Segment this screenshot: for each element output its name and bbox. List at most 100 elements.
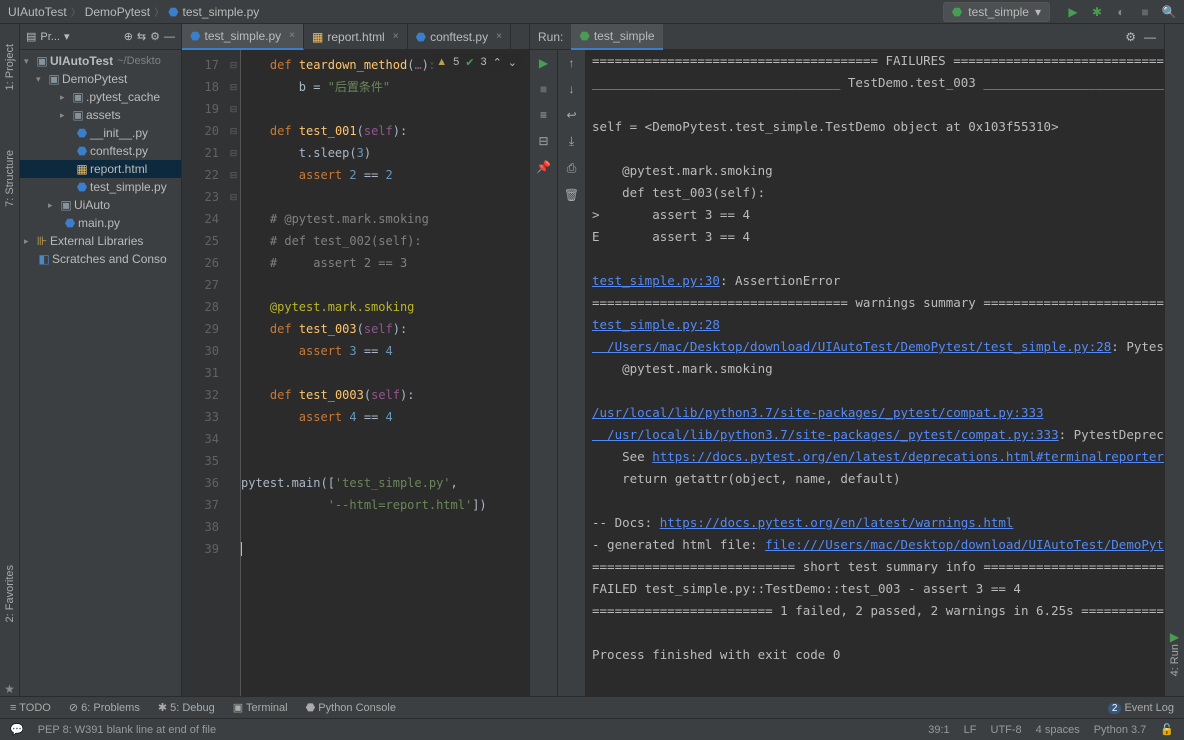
- chevron-down-icon[interactable]: ⌄: [508, 56, 517, 69]
- fold-gutter[interactable]: ⊟⊟⊟⊟⊟⊟⊟: [227, 50, 241, 696]
- close-icon[interactable]: ×: [496, 31, 502, 42]
- link[interactable]: /Users/mac/Desktop/download/UIAutoTest/D…: [592, 339, 1111, 354]
- event-count: 2: [1108, 703, 1122, 714]
- todo-button[interactable]: ≡ TODO: [10, 702, 51, 714]
- tree-node-scratch[interactable]: ◧Scratches and Conso: [20, 250, 181, 268]
- terminal-button[interactable]: ▣ Terminal: [233, 701, 288, 714]
- run-tool-window: Run: ⬣test_simple ⚙ — ▶ ■ ≡ ⊟ 📌 ↑: [530, 24, 1164, 696]
- pin-icon[interactable]: 📌: [536, 160, 551, 174]
- warning-count: 5: [453, 56, 459, 69]
- indent[interactable]: 4 spaces: [1036, 724, 1080, 736]
- label: DemoPytest: [62, 72, 127, 86]
- down-icon[interactable]: ↓: [569, 82, 575, 96]
- cursor-position[interactable]: 39:1: [928, 724, 949, 736]
- status-hint: PEP 8: W391 blank line at end of file: [38, 724, 216, 736]
- tree-file[interactable]: ⬣test_simple.py: [20, 178, 181, 196]
- hide-icon[interactable]: —: [1144, 30, 1156, 44]
- scroll-icon[interactable]: ⤓: [569, 134, 574, 149]
- debug-button[interactable]: ✱: [1090, 5, 1104, 19]
- tab-report[interactable]: ▦report.html×: [304, 24, 408, 50]
- console-output[interactable]: ====================================== F…: [586, 50, 1164, 696]
- run-label: Run:: [538, 30, 563, 44]
- link[interactable]: https://docs.pytest.org/en/latest/deprec…: [652, 449, 1164, 464]
- editor-tabs: ⬣test_simple.py× ▦report.html× ⬣conftest…: [182, 24, 529, 50]
- tree-node-root[interactable]: ▾▣UIAutoTest~/Deskto: [20, 52, 181, 70]
- tool-window-structure[interactable]: 7: Structure: [4, 150, 16, 207]
- up-icon[interactable]: ↑: [569, 56, 575, 70]
- run-actions: ▶ ■ ≡ ⊟ 📌: [530, 50, 558, 696]
- tool-window-project[interactable]: 1: Project: [4, 44, 16, 90]
- link[interactable]: https://docs.pytest.org/en/latest/warnin…: [660, 515, 1014, 530]
- wrap-icon[interactable]: ↩: [566, 108, 576, 122]
- run-configuration-selector[interactable]: ⬣ test_simple ▾: [943, 2, 1050, 22]
- link[interactable]: test_simple.py:28: [592, 317, 720, 332]
- trash-icon[interactable]: 🗑: [564, 188, 579, 202]
- breadcrumb-item[interactable]: DemoPytest: [85, 5, 150, 19]
- tree-node[interactable]: ▸▣UiAuto: [20, 196, 181, 214]
- breadcrumb[interactable]: UIAutoTest 〉 DemoPytest 〉 ⬣ test_simple.…: [0, 4, 267, 19]
- inspection-widget[interactable]: ▲5 ✔3 ⌃⌄: [432, 54, 521, 71]
- tree-node-libs[interactable]: ▸⊪External Libraries: [20, 232, 181, 250]
- tree-file-selected[interactable]: ▦report.html: [20, 160, 181, 178]
- python-run-icon: ⬣: [579, 29, 589, 43]
- link[interactable]: file:///Users/mac/Desktop/download/UIAut…: [765, 537, 1164, 552]
- line-separator[interactable]: LF: [964, 724, 977, 736]
- project-tree[interactable]: ▾▣UIAutoTest~/Deskto ▾▣DemoPytest ▸▣.pyt…: [20, 50, 181, 696]
- event-log-button[interactable]: 2 Event Log: [1108, 702, 1174, 714]
- tool-window-favorites[interactable]: 2: Favorites: [4, 565, 16, 622]
- tree-file[interactable]: ⬣main.py: [20, 214, 181, 232]
- lock-icon[interactable]: 🔓: [1160, 723, 1174, 736]
- tool-window-run[interactable]: 4: Run: [1169, 644, 1181, 676]
- status-bar: 💬 PEP 8: W391 blank line at end of file …: [0, 718, 1184, 740]
- line-numbers: 1718192021222324252627282930313233343536…: [182, 50, 227, 696]
- breadcrumb-item[interactable]: UIAutoTest: [8, 5, 67, 19]
- gear-icon[interactable]: ⚙: [1125, 30, 1136, 44]
- link[interactable]: /usr/local/lib/python3.7/site-packages/_…: [592, 427, 1059, 442]
- encoding[interactable]: UTF-8: [991, 724, 1022, 736]
- link[interactable]: test_simple.py:30: [592, 273, 720, 288]
- notification-icon[interactable]: 💬: [10, 723, 24, 736]
- chevron-up-icon[interactable]: ⌃: [493, 56, 502, 69]
- debug-button[interactable]: ✱ 5: Debug: [158, 701, 215, 714]
- code-editor[interactable]: 1718192021222324252627282930313233343536…: [182, 50, 529, 696]
- tree-file[interactable]: ⬣__init__.py: [20, 124, 181, 142]
- layout-icon[interactable]: ≡: [540, 108, 547, 122]
- code-area[interactable]: def teardown_method(…): b = "后置条件" def t…: [241, 50, 529, 696]
- hide-icon[interactable]: —: [164, 31, 175, 43]
- run-tab[interactable]: ⬣test_simple: [571, 24, 662, 50]
- print-icon[interactable]: ⎙: [567, 161, 577, 176]
- tree-file[interactable]: ⬣conftest.py: [20, 142, 181, 160]
- tree-node[interactable]: ▾▣DemoPytest: [20, 70, 181, 88]
- close-icon[interactable]: ×: [393, 31, 399, 42]
- tab-label: report.html: [327, 30, 384, 44]
- python-console-button[interactable]: ⬣ Python Console: [306, 701, 396, 714]
- interpreter[interactable]: Python 3.7: [1094, 724, 1147, 736]
- chevron-down-icon[interactable]: ▾: [64, 30, 70, 43]
- label: __init__.py: [90, 126, 148, 140]
- tree-node[interactable]: ▸▣.pytest_cache: [20, 88, 181, 106]
- editor-panel: ⬣test_simple.py× ▦report.html× ⬣conftest…: [182, 24, 530, 696]
- link[interactable]: /usr/local/lib/python3.7/site-packages/_…: [592, 405, 1044, 420]
- project-tool-window: ▤ Pr... ▾ ⊕ ⇆ ⚙ — ▾▣UIAutoTest~/Deskto ▾…: [20, 24, 182, 696]
- rerun-button[interactable]: ▶: [539, 56, 548, 70]
- navigation-bar: UIAutoTest 〉 DemoPytest 〉 ⬣ test_simple.…: [0, 0, 1184, 24]
- project-title[interactable]: Pr...: [40, 31, 60, 43]
- tree-node[interactable]: ▸▣assets: [20, 106, 181, 124]
- tab-test-simple[interactable]: ⬣test_simple.py×: [182, 24, 304, 50]
- tab-label: test_simple.py: [204, 29, 281, 43]
- breadcrumb-item[interactable]: test_simple.py: [183, 5, 260, 19]
- tab-conftest[interactable]: ⬣conftest.py×: [408, 24, 511, 50]
- locate-icon[interactable]: ⊕: [124, 30, 133, 43]
- stop-button[interactable]: ■: [540, 82, 547, 96]
- collapse-icon[interactable]: ⇆: [137, 30, 146, 43]
- run-play-icon[interactable]: ▶: [1170, 630, 1179, 644]
- gear-icon[interactable]: ⚙: [150, 30, 160, 43]
- problems-button[interactable]: ⊘ 6: Problems: [69, 701, 140, 714]
- run-with-coverage-button[interactable]: ◐: [1114, 5, 1128, 19]
- search-everywhere-button[interactable]: 🔍: [1162, 5, 1176, 19]
- close-icon[interactable]: ×: [289, 30, 295, 41]
- run-button[interactable]: ▶: [1066, 5, 1080, 19]
- filter-icon[interactable]: ⊟: [538, 134, 548, 148]
- label: UIAutoTest: [50, 54, 113, 68]
- stop-button[interactable]: ■: [1138, 5, 1152, 19]
